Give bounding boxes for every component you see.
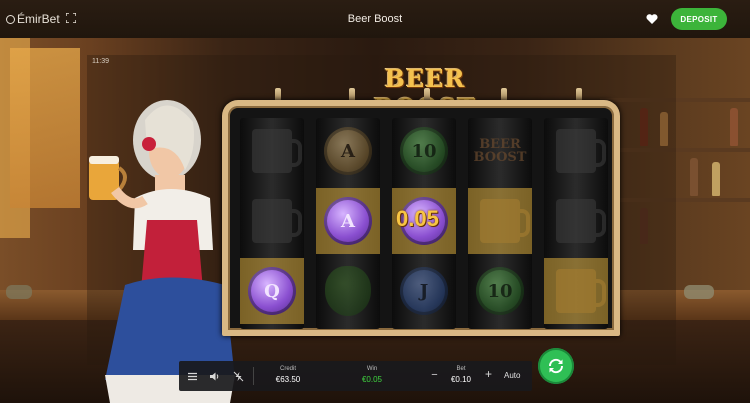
divider: [253, 367, 254, 385]
q-cap-symbol: Q: [248, 267, 296, 315]
window-light: [10, 48, 80, 208]
bet-label: Bet: [456, 366, 466, 372]
beer-mug-symbol: [556, 199, 606, 243]
a-cap-symbol: A: [324, 197, 372, 245]
ten-cap-symbol: 10: [476, 267, 524, 315]
symbol-cell: A: [316, 118, 380, 184]
reel-4: BEER BOOST 10: [468, 118, 532, 329]
brand-logo[interactable]: ÉmirBet: [6, 12, 60, 26]
autoplay-button[interactable]: Auto: [504, 371, 520, 380]
beer-boost-symbol: BEER BOOST: [473, 137, 527, 165]
bet-decrease-button[interactable]: −: [429, 370, 440, 381]
credit-label: Credit: [279, 366, 296, 372]
brand-name: ÉmirBet: [17, 12, 60, 26]
winning-symbol-cell: A: [316, 188, 380, 254]
beer-mug-symbol: [252, 129, 302, 173]
barmaid-illustration: [89, 100, 235, 403]
top-bar: ÉmirBet Beer Boost DEPOSIT: [0, 0, 750, 38]
symbol-cell: [544, 188, 608, 254]
beer-mug-symbol: [252, 199, 302, 243]
turbo-off-icon[interactable]: [233, 371, 244, 382]
menu-icon[interactable]: [187, 371, 198, 382]
bottle: [690, 158, 698, 196]
winning-symbol-cell: Q: [240, 258, 304, 324]
reel-5: [544, 118, 608, 329]
spin-arrows-icon: [548, 358, 564, 374]
hop-symbol: [325, 266, 371, 316]
symbol-cell: [316, 258, 380, 324]
credit-value: €63.50: [275, 375, 301, 384]
clock: 11:39: [92, 58, 109, 65]
reel-1: Q: [240, 118, 304, 329]
spin-button[interactable]: [538, 348, 574, 384]
brand-ring-icon: [6, 14, 15, 24]
deposit-button[interactable]: DEPOSIT: [671, 8, 727, 30]
gold-mug-symbol: [556, 269, 606, 313]
fullscreen-icon[interactable]: [66, 13, 76, 23]
symbol-cell: 10: [468, 258, 532, 324]
bet-value: €0.10: [450, 375, 472, 384]
winning-symbol-cell: [544, 258, 608, 324]
jug: [6, 285, 32, 299]
symbol-cell: [544, 118, 608, 184]
j-cap-symbol: J: [400, 267, 448, 315]
symbol-cell: [240, 188, 304, 254]
winning-symbol-cell: [468, 188, 532, 254]
symbol-cell: [240, 118, 304, 184]
gold-mug-symbol: [480, 199, 530, 243]
symbol-cell: 10: [392, 118, 456, 184]
line-win-amount: 0.05: [396, 206, 439, 231]
symbol-cell: BEER BOOST: [468, 118, 532, 184]
control-bar: Credit €63.50 Win €0.05 − Bet €0.10 + Au…: [179, 361, 532, 391]
win-label: Win: [366, 366, 378, 372]
bet-increase-button[interactable]: +: [483, 368, 494, 380]
beer-mug-symbol: [556, 129, 606, 173]
bottle: [712, 162, 720, 196]
a-cap-symbol: A: [324, 127, 372, 175]
ten-cap-symbol: 10: [400, 127, 448, 175]
sound-icon[interactable]: [209, 371, 220, 382]
game-title: Beer Boost: [347, 13, 403, 25]
win-value: €0.05: [361, 375, 383, 384]
symbol-cell: J: [392, 258, 456, 324]
jug: [684, 285, 714, 299]
bottle: [730, 108, 738, 146]
reel-2: A A: [316, 118, 380, 329]
favorite-heart-icon[interactable]: [646, 13, 658, 25]
